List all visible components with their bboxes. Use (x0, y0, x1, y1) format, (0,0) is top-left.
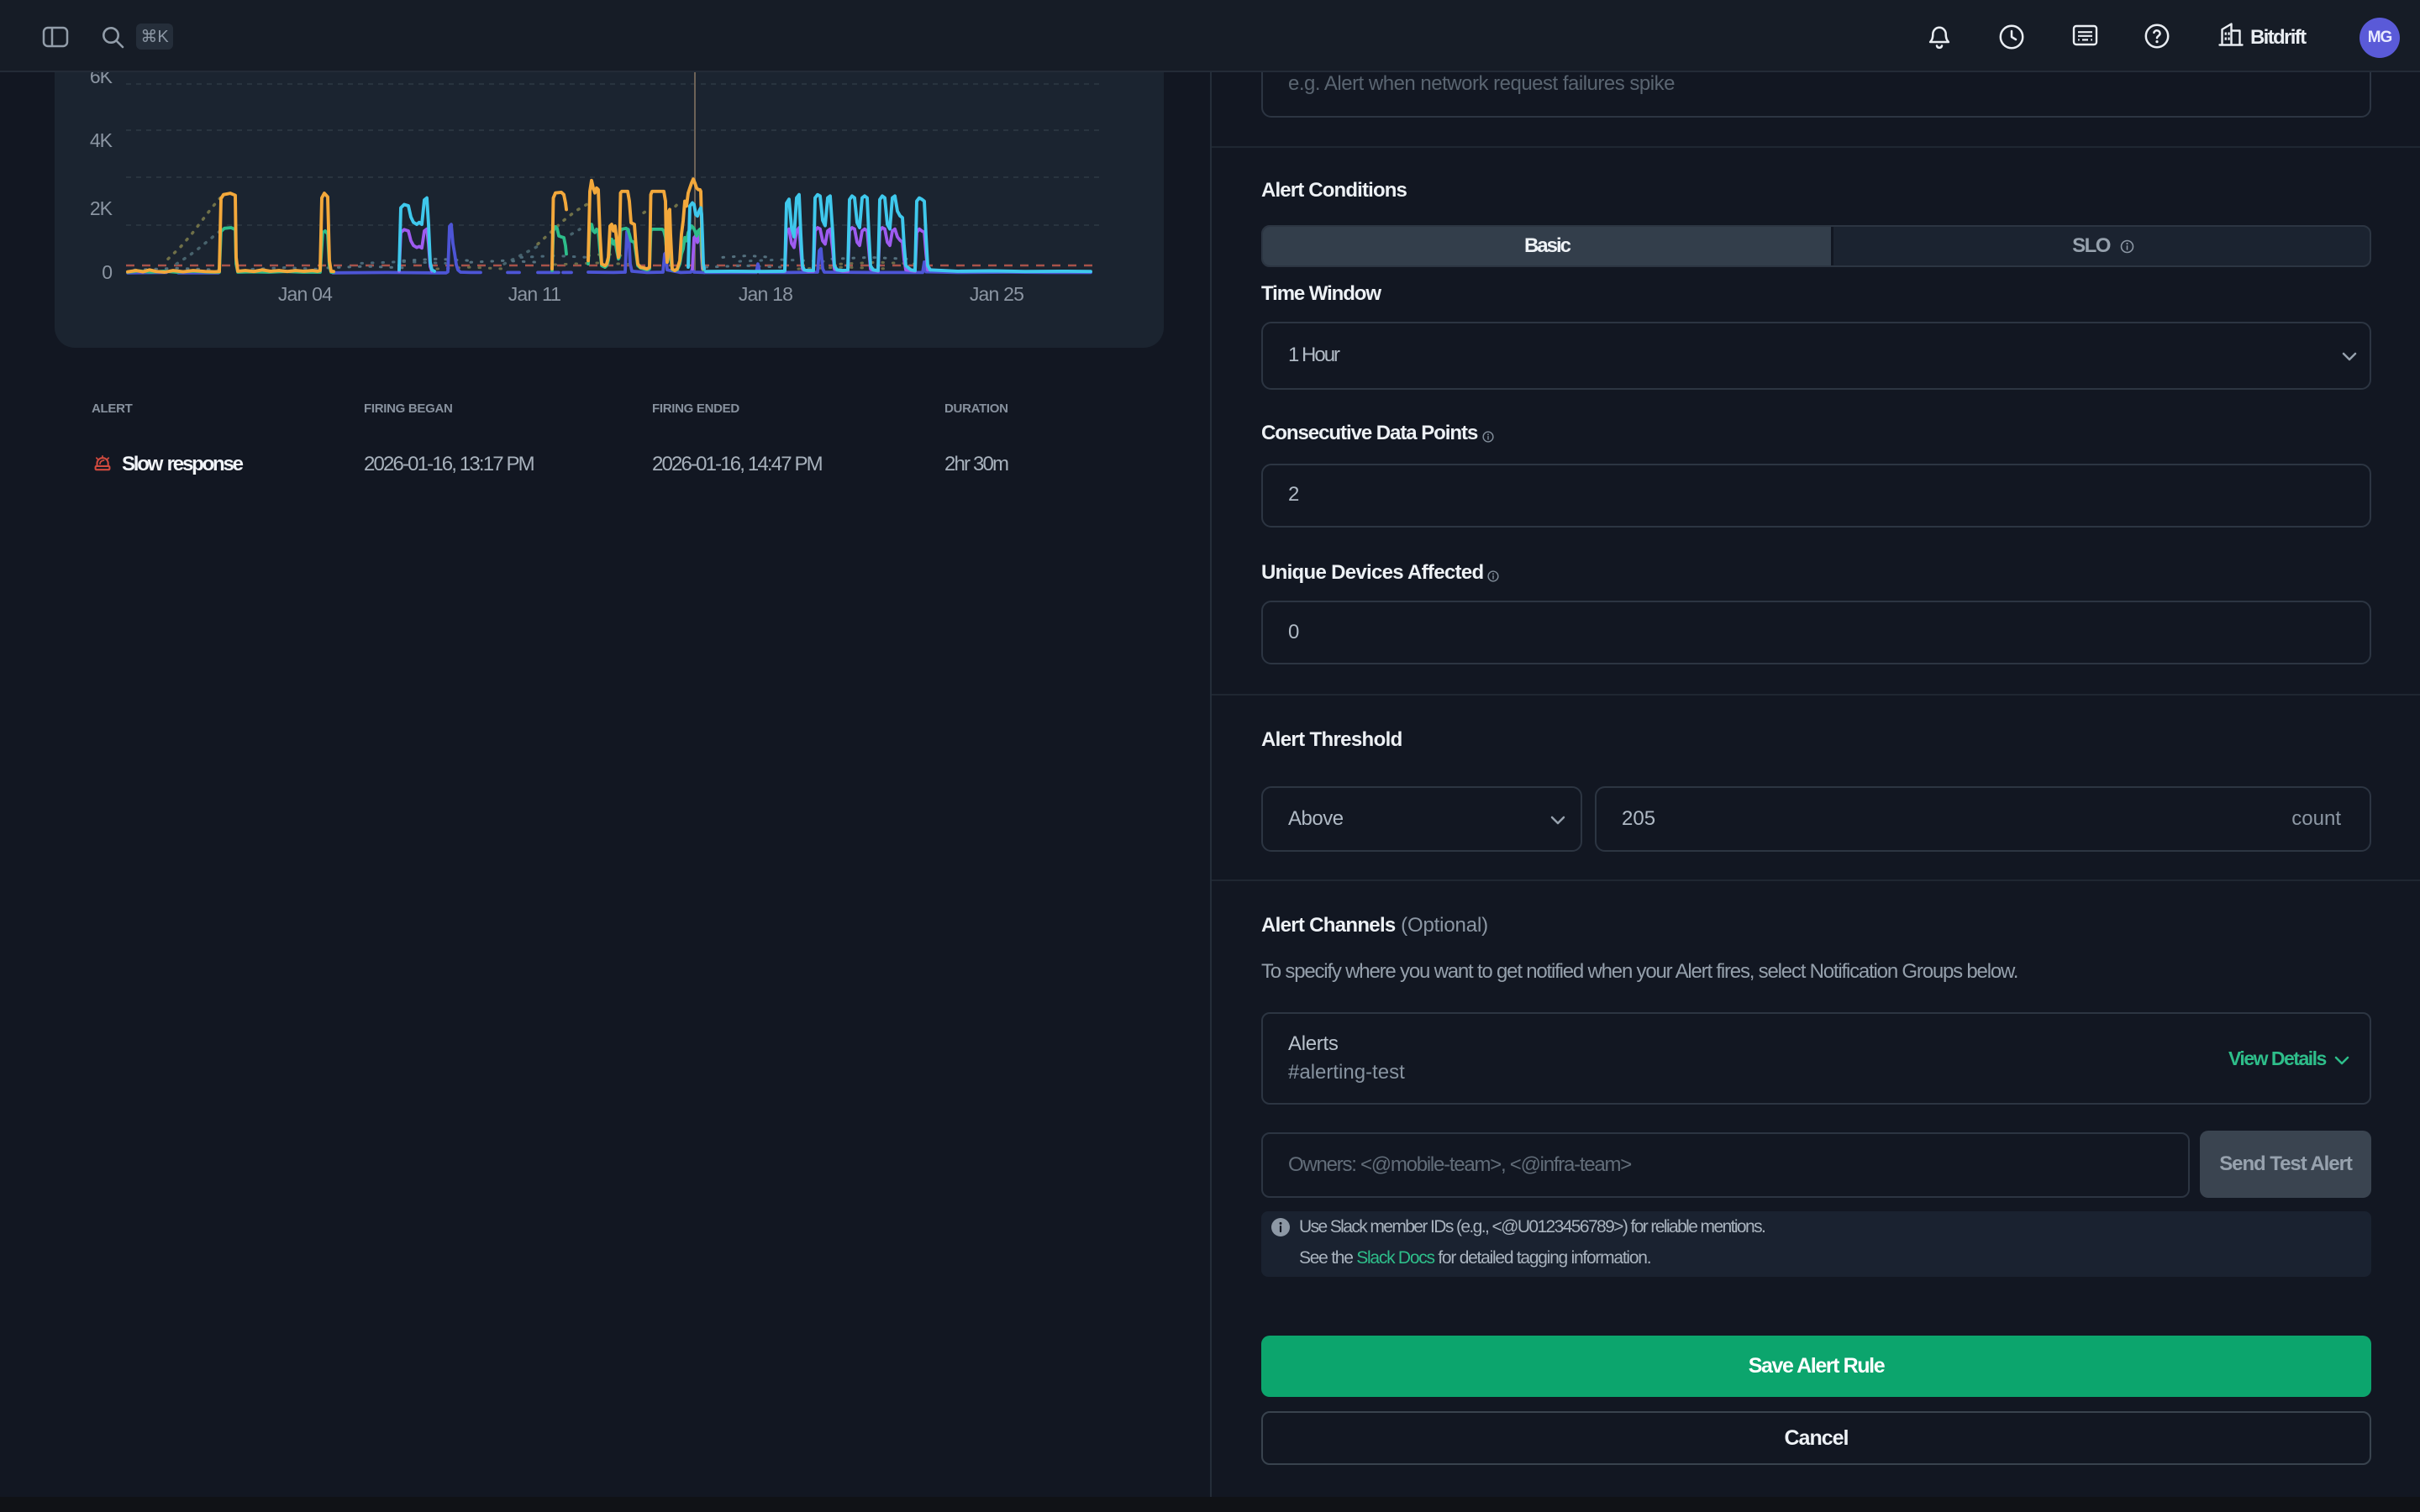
svg-text:Jan 18: Jan 18 (739, 283, 792, 305)
svg-text:Jan 11: Jan 11 (508, 283, 561, 305)
svg-text:2K: 2K (90, 197, 113, 219)
svg-text:Jan 04: Jan 04 (278, 283, 333, 305)
svg-text:Jan 25: Jan 25 (970, 283, 1023, 305)
svg-text:0: 0 (102, 261, 112, 283)
svg-text:4K: 4K (90, 129, 113, 151)
